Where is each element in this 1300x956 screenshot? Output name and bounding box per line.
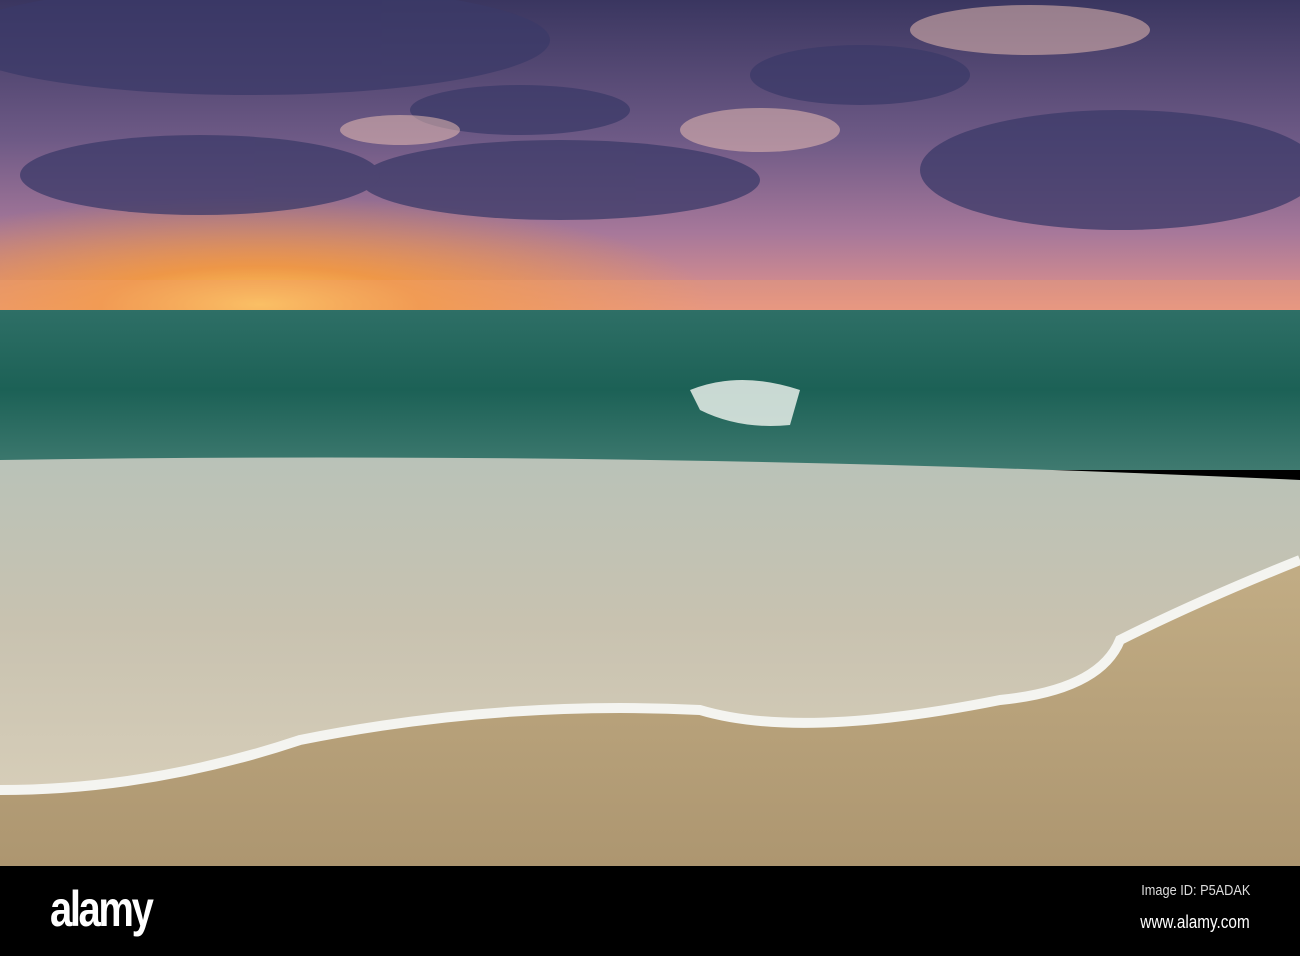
watermark-bar: alamy Image ID: P5ADAK www.alamy.com xyxy=(0,866,1300,956)
alamy-logo: alamy xyxy=(50,881,154,937)
image-id: Image ID: P5ADAK xyxy=(1140,882,1250,899)
beach-sunset-photo xyxy=(0,0,1300,866)
site-url: www.alamy.com xyxy=(1140,912,1250,932)
